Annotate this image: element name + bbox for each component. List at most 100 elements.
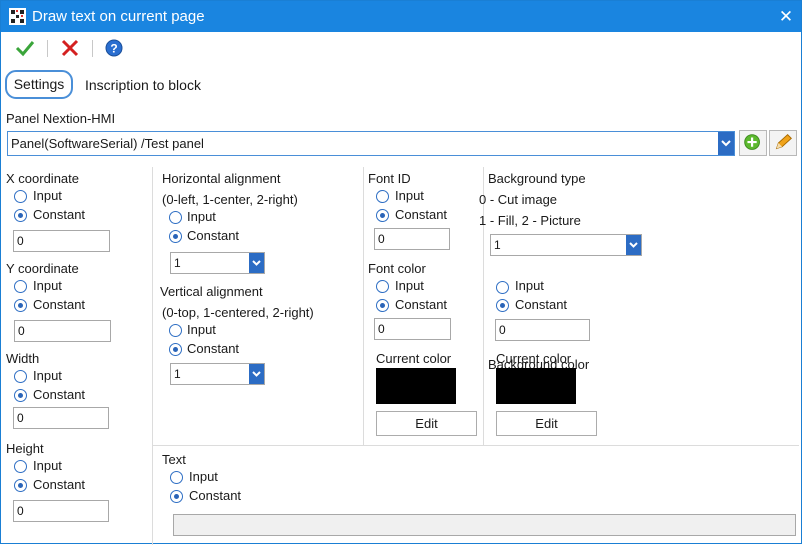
title-bar: Draw text on current page ✕ [1,1,801,32]
x-coordinate-label: X coordinate [6,171,79,186]
tab-settings[interactable]: Settings [5,70,73,99]
height-constant-radio[interactable] [14,479,27,492]
chevron-down-icon[interactable] [718,132,734,155]
font-current-color-label: Current color [376,351,452,366]
text-input-label: Input [189,469,218,484]
y-input-radio[interactable] [14,280,27,293]
font-id-label: Font ID [368,171,411,186]
horizontal-alignment-label: Horizontal alignment [162,171,281,186]
font-id-field[interactable]: 0 [374,228,450,250]
x-constant-label: Constant [33,207,86,222]
height-label: Height [6,441,44,456]
valign-constant-radio[interactable] [169,343,182,356]
window-title: Draw text on current page [32,8,205,25]
halign-input-radio[interactable] [169,211,182,224]
chevron-down-icon[interactable] [249,364,264,384]
toolbar-separator [92,40,93,57]
halign-constant-radio[interactable] [169,230,182,243]
fontid-input-radio[interactable] [376,190,389,203]
help-icon[interactable]: ? [103,37,125,59]
close-icon[interactable]: ✕ [771,1,801,32]
bgcolor-constant-radio[interactable] [496,299,509,312]
valign-constant-label: Constant [187,341,240,356]
chevron-down-icon[interactable] [249,253,264,273]
panel-select-value: Panel(SoftwareSerial) /Test panel [11,136,204,151]
y-constant-label: Constant [33,297,86,312]
panel-label: Panel Nextion-HMI [6,111,116,126]
red-x-icon[interactable] [59,37,81,59]
width-label: Width [6,351,40,366]
halign-select[interactable]: 1 [170,252,265,274]
toolbar-separator [47,40,48,57]
width-input-radio[interactable] [14,370,27,383]
fontcolor-input-label: Input [395,278,424,293]
background-type-hint-1: 0 - Cut image [479,192,558,207]
font-color-label: Font color [368,261,426,276]
divider [483,167,484,445]
x-constant-radio[interactable] [14,209,27,222]
fontid-constant-radio[interactable] [376,209,389,222]
divider [152,167,153,545]
fontcolor-input-radio[interactable] [376,280,389,293]
text-constant-label: Constant [189,488,242,503]
edit-panel-button[interactable] [769,130,797,156]
height-input-radio[interactable] [14,460,27,473]
height-constant-label: Constant [33,477,86,492]
halign-input-label: Input [187,209,216,224]
background-type-hint-2: 1 - Fill, 2 - Picture [479,213,581,228]
checkmark-icon[interactable] [14,37,36,59]
x-input-radio[interactable] [14,190,27,203]
x-input-label: Input [33,188,62,203]
y-input-label: Input [33,278,62,293]
font-color-edit-button[interactable]: Edit [376,411,477,436]
background-color-field[interactable]: 0 [495,319,590,341]
valign-input-label: Input [187,322,216,337]
plus-icon [744,134,760,150]
bgcolor-input-radio[interactable] [496,281,509,294]
width-constant-radio[interactable] [14,389,27,402]
valign-input-radio[interactable] [169,324,182,337]
background-color-edit-button[interactable]: Edit [496,411,597,436]
chevron-down-icon[interactable] [626,235,641,255]
fontid-constant-label: Constant [395,207,448,222]
valign-select[interactable]: 1 [170,363,265,385]
text-label: Text [162,452,186,467]
panel-select[interactable]: Panel(SoftwareSerial) /Test panel [7,131,735,156]
background-color-swatch [496,368,576,404]
height-input-label: Input [33,458,62,473]
font-color-swatch [376,368,456,404]
halign-constant-label: Constant [187,228,240,243]
width-constant-label: Constant [33,387,86,402]
add-panel-button[interactable] [739,130,767,156]
text-constant-radio[interactable] [170,490,183,503]
tab-inscription-to-block[interactable]: Inscription to block [85,77,201,93]
valign-select-value: 1 [174,367,181,381]
text-field[interactable] [173,514,796,536]
horizontal-alignment-hint: (0-left, 1-center, 2-right) [162,192,298,207]
bgcolor-constant-label: Constant [515,297,568,312]
vertical-alignment-label: Vertical alignment [160,284,263,299]
fontcolor-constant-label: Constant [395,297,448,312]
app-icon [9,8,26,25]
divider [153,445,799,446]
width-input-label: Input [33,368,62,383]
background-type-select-value: 1 [494,238,501,252]
divider [363,167,364,445]
y-coordinate-label: Y coordinate [6,261,79,276]
x-coordinate-field[interactable]: 0 [13,230,110,252]
bgcolor-input-label: Input [515,278,544,293]
text-input-radio[interactable] [170,471,183,484]
vertical-alignment-hint: (0-top, 1-centered, 2-right) [162,305,314,320]
fontid-input-label: Input [395,188,424,203]
y-constant-radio[interactable] [14,299,27,312]
font-color-field[interactable]: 0 [374,318,451,340]
background-type-label: Background type [488,171,586,186]
dialog-window: Draw text on current page ✕ ? Settings I… [0,0,802,545]
pencil-icon [775,134,792,150]
background-type-select[interactable]: 1 [490,234,642,256]
fontcolor-constant-radio[interactable] [376,299,389,312]
width-field[interactable]: 0 [13,407,109,429]
y-coordinate-field[interactable]: 0 [14,320,111,342]
toolbar: ? [1,33,801,63]
height-field[interactable]: 0 [13,500,109,522]
